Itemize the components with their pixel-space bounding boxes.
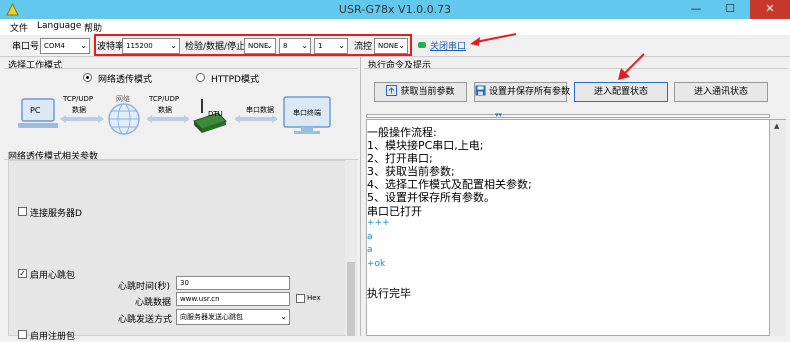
enter-config-button[interactable]: 进入配置状态 xyxy=(574,82,668,102)
menu-file[interactable]: 文件 xyxy=(10,21,28,34)
port-select[interactable]: COM4 ⌄ xyxy=(40,38,90,54)
double-arrow-icon xyxy=(60,115,104,123)
port-label: 串口号 xyxy=(12,42,40,52)
close-button[interactable]: ✕ xyxy=(750,0,790,19)
enter-comm-button[interactable]: 进入通讯状态 xyxy=(674,82,768,102)
globe-icon xyxy=(108,103,140,135)
log-line: a xyxy=(367,245,373,255)
work-mode-title: 选择工作模式 xyxy=(8,61,63,71)
command-section-title: 执行命令及提示 xyxy=(368,61,432,71)
menu-language[interactable]: Language xyxy=(37,21,81,31)
register-packet-checkbox[interactable] xyxy=(18,330,27,339)
divider xyxy=(364,68,788,69)
heartbeat-mode-select[interactable]: 向服务器发送心跳包 ⌄ xyxy=(176,309,290,325)
hex-checkbox[interactable] xyxy=(296,294,305,303)
minimize-button[interactable]: — xyxy=(682,0,710,19)
chevron-down-icon: ⌄ xyxy=(398,41,405,50)
panel-splitter[interactable]: ▾▾ xyxy=(366,111,770,119)
annotation-arrow-icon xyxy=(618,53,645,80)
parity-label: 检验/数据/停止 xyxy=(185,42,246,52)
heartbeat-time-input[interactable]: 30 xyxy=(176,276,290,290)
port-status-indicator xyxy=(418,42,426,48)
log-output: 一般操作流程: 1、模块接PC串口,上电; 2、打开串口; 3、获取当前参数; 4、选择… xyxy=(366,119,770,336)
annotation-arrow-icon xyxy=(470,33,517,46)
data-bits-select[interactable]: 8 ⌄ xyxy=(279,38,311,54)
chevron-down-icon: ⌄ xyxy=(80,41,87,50)
log-line: +ok xyxy=(367,259,386,269)
mode-transparent-radio[interactable] xyxy=(83,73,92,82)
scroll-up-icon[interactable]: ▲ xyxy=(774,122,779,130)
window-title: USR-G78x V1.0.0.73 xyxy=(338,3,452,16)
chevron-down-icon: ⌄ xyxy=(170,41,177,50)
flow-select[interactable]: NONE ⌄ xyxy=(374,38,408,54)
splitter-arrows-icon: ▾▾ xyxy=(495,111,503,119)
tcpudp-label-1: TCP/UDP xyxy=(63,95,94,103)
log-line: +++ xyxy=(367,218,390,228)
double-arrow-icon xyxy=(146,115,190,123)
save-all-params-button[interactable]: 设置并保存所有参数 xyxy=(474,82,570,102)
heartbeat-data-input[interactable]: www.usr.cn xyxy=(176,292,290,306)
heartbeat-time-label: 心跳时间(秒) xyxy=(118,282,171,292)
dtu-label: DTU xyxy=(208,110,223,118)
data-label-1: 数据 xyxy=(72,106,86,114)
log-line: a xyxy=(367,232,373,242)
heartbeat-mode-label: 心跳发送方式 xyxy=(118,315,173,325)
network-diagram: PC TCP/UDP 数据 网络 TCP/UDP 数据 DTU 串口数据 串口终… xyxy=(8,93,353,145)
chevron-down-icon: ⌄ xyxy=(266,41,273,50)
tcpudp-label-2: TCP/UDP xyxy=(149,95,180,103)
maximize-button[interactable]: ☐ xyxy=(716,0,744,19)
connect-server-label: 连接服务器D xyxy=(30,209,82,219)
menu-bar: 文件 Language 帮助 xyxy=(0,19,790,35)
connect-server-checkbox[interactable] xyxy=(18,207,27,216)
mode-httpd-radio[interactable] xyxy=(196,73,205,82)
dtu-device-icon xyxy=(193,99,227,133)
hex-label: Hex xyxy=(307,294,321,302)
parity-select[interactable]: NONE ⌄ xyxy=(244,38,276,54)
chevron-down-icon: ⌄ xyxy=(338,41,345,50)
close-port-link[interactable]: 关闭串口 xyxy=(430,39,466,52)
baud-label: 波特率 xyxy=(97,42,125,52)
heartbeat-data-label: 心跳数据 xyxy=(135,298,172,308)
heartbeat-enable-label: 启用心跳包 xyxy=(30,271,76,281)
log-scrollbar[interactable]: ▲ xyxy=(770,119,786,336)
left-scrollbar-thumb[interactable] xyxy=(347,262,355,336)
heartbeat-enable-checkbox[interactable]: ✓ xyxy=(18,269,27,278)
stop-bits-select[interactable]: 1 ⌄ xyxy=(314,38,348,54)
mode-httpd-label: HTTPD模式 xyxy=(211,75,259,85)
divider xyxy=(4,68,358,69)
mode-transparent-label: 网络透传模式 xyxy=(98,75,153,85)
data-label-2: 数据 xyxy=(158,106,172,114)
flow-label: 流控 xyxy=(354,42,373,52)
chevron-down-icon: ⌄ xyxy=(301,41,308,50)
title-bar: USR-G78x V1.0.0.73 — ☐ ✕ xyxy=(0,0,790,19)
double-arrow-icon xyxy=(234,115,278,123)
pc-label: PC xyxy=(30,106,41,115)
log-line: 执行完毕 xyxy=(367,287,411,300)
chevron-down-icon: ⌄ xyxy=(280,312,287,321)
serial-terminal-label: 串口终端 xyxy=(293,109,321,117)
refresh-icon xyxy=(386,85,398,96)
save-icon xyxy=(475,85,486,96)
get-params-button[interactable]: 获取当前参数 xyxy=(374,82,467,102)
baud-select[interactable]: 115200 ⌄ xyxy=(122,38,180,54)
log-line: 串口已打开 xyxy=(367,205,422,218)
menu-help[interactable]: 帮助 xyxy=(84,21,102,34)
serial-toolbar: 串口号 COM4 ⌄ 波特率 115200 ⌄ 检验/数据/停止 NONE ⌄ 8 ⌄ … xyxy=(0,35,790,57)
serial-data-label: 串口数据 xyxy=(246,106,274,114)
